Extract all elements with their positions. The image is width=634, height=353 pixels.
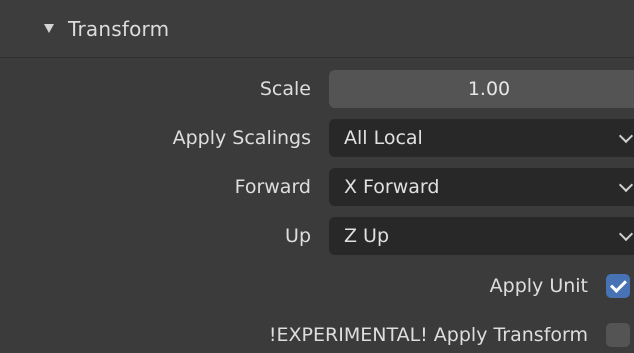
apply-scalings-dropdown[interactable]: All Local (329, 119, 634, 157)
chevron-down-icon (618, 128, 634, 144)
up-value: Z Up (344, 225, 390, 247)
apply-scalings-label: Apply Scalings (172, 127, 311, 149)
scale-row: Scale 1.00 (0, 69, 634, 109)
apply-transform-row: !EXPERIMENTAL! Apply Transform (0, 315, 634, 353)
triangle-down-icon[interactable] (44, 24, 54, 33)
apply-unit-row: Apply Unit (0, 266, 634, 306)
panel-header[interactable]: Transform (0, 0, 634, 58)
scale-field[interactable]: 1.00 (329, 70, 634, 108)
forward-dropdown[interactable]: X Forward (329, 168, 634, 206)
chevron-down-icon (618, 177, 634, 193)
apply-scalings-value: All Local (344, 127, 423, 149)
apply-transform-checkbox[interactable] (606, 323, 630, 347)
apply-scalings-row: Apply Scalings All Local (0, 118, 634, 158)
up-dropdown[interactable]: Z Up (329, 217, 634, 255)
panel-title: Transform (68, 16, 170, 41)
scale-label: Scale (259, 78, 311, 100)
transform-panel: Transform Scale 1.00 Apply Scalings All … (0, 0, 634, 353)
forward-label: Forward (234, 176, 311, 198)
apply-transform-label[interactable]: !EXPERIMENTAL! Apply Transform (269, 315, 588, 353)
chevron-down-icon (618, 226, 634, 242)
up-row: Up Z Up (0, 216, 634, 256)
checkmark-icon (610, 276, 627, 293)
apply-unit-label[interactable]: Apply Unit (490, 266, 588, 306)
up-label: Up (285, 225, 311, 247)
apply-unit-checkbox[interactable] (606, 274, 630, 298)
forward-value: X Forward (344, 176, 440, 198)
forward-row: Forward X Forward (0, 167, 634, 207)
